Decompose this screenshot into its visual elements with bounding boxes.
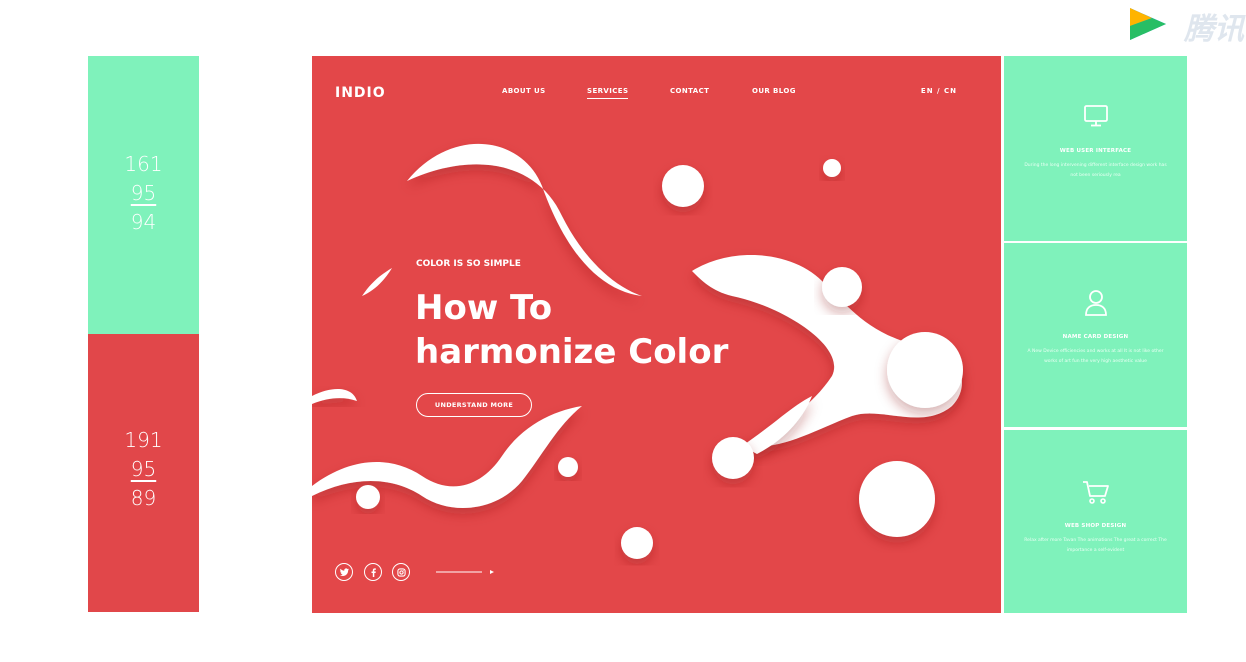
wave-ribbon-bottom — [312, 406, 582, 508]
understand-more-button[interactable]: UNDERSTAND MORE — [416, 393, 532, 417]
bubble — [662, 165, 704, 207]
rgb-b: 94 — [130, 210, 157, 234]
rgb-r: 161 — [124, 152, 163, 176]
nav-our-blog[interactable]: OUR BLOG — [752, 87, 796, 95]
bubble — [823, 159, 841, 177]
swatch-green: 161 95 94 — [88, 56, 199, 334]
nav-about-us[interactable]: ABOUT US — [502, 87, 546, 95]
rgb-r: 191 — [124, 428, 163, 452]
monitor-icon — [1083, 105, 1108, 127]
bubble — [621, 527, 653, 559]
logo[interactable]: INDIO — [335, 85, 386, 101]
rgb-g: 95 — [130, 181, 157, 205]
rgb-values-green: 161 95 94 — [88, 150, 199, 237]
language-switcher[interactable]: EN / CN — [921, 87, 957, 95]
wave-ribbon-top — [407, 143, 642, 296]
watermark-text: 腾讯 — [1184, 12, 1244, 47]
swatch-red: 191 95 89 — [88, 334, 199, 612]
facebook-icon[interactable] — [364, 563, 382, 581]
rgb-g: 95 — [130, 457, 157, 481]
service-card-name-card[interactable]: NAME CARD DESIGN A New Device efficienci… — [1004, 243, 1187, 427]
rgb-b: 89 — [130, 486, 157, 510]
bubble — [712, 437, 754, 479]
twitter-icon[interactable] — [335, 563, 353, 581]
instagram-icon[interactable] — [392, 563, 410, 581]
nav-services[interactable]: SERVICES — [587, 87, 629, 99]
bubble — [558, 457, 578, 477]
cart-icon — [1082, 481, 1109, 504]
bubble — [887, 332, 963, 408]
hero-eyebrow: COLOR IS SO SIMPLE — [416, 259, 521, 269]
wave-swoosh-upper — [362, 268, 392, 296]
bubble — [859, 461, 935, 537]
rgb-values-red: 191 95 89 — [88, 426, 199, 513]
arrow-line-icon[interactable] — [436, 570, 496, 574]
headline-line-2: harmonize Color — [415, 332, 729, 372]
bubble — [356, 485, 380, 509]
service-description: Relax after more Tavan The animations Th… — [1024, 538, 1167, 553]
service-card-web-shop[interactable]: WEB SHOP DESIGN Relax after more Tavan T… — [1004, 430, 1187, 613]
hero-section: INDIO ABOUT US SERVICES CONTACT OUR BLOG… — [312, 56, 1001, 613]
wave-swoosh-left — [312, 389, 357, 404]
service-title: NAME CARD DESIGN — [1062, 334, 1129, 340]
service-title: WEB SHOP DESIGN — [1064, 523, 1127, 529]
service-title: WEB USER INTERFACE — [1059, 148, 1132, 154]
bubble — [822, 267, 862, 307]
headline-line-1: How To — [415, 288, 553, 328]
service-description: During the long intervening different in… — [1024, 163, 1167, 178]
service-description: A New Device efficiencies and works at a… — [1027, 349, 1164, 364]
hero-headline: How To harmonize Color — [415, 286, 728, 374]
user-icon — [1084, 290, 1107, 316]
nav-contact[interactable]: CONTACT — [670, 87, 709, 95]
service-card-web-ui[interactable]: WEB USER INTERFACE During the long inter… — [1004, 56, 1187, 241]
